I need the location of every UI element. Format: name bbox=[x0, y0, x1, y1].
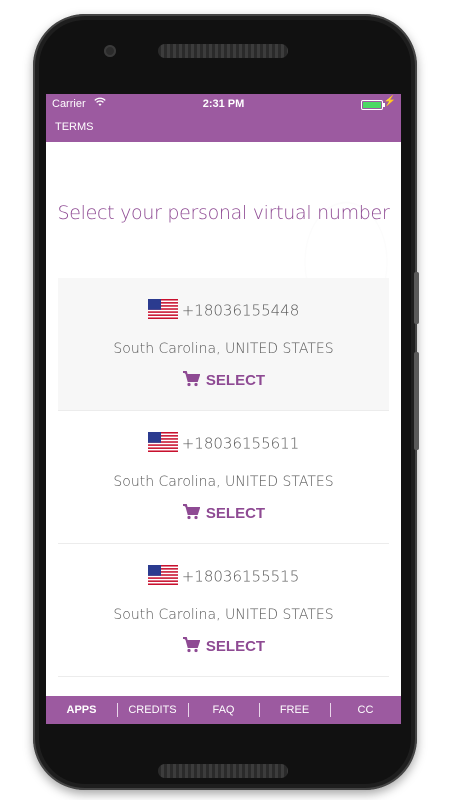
page-title: Select your personal virtual number bbox=[57, 202, 390, 224]
number-line: +18036155448 bbox=[58, 299, 389, 321]
tab-faq[interactable]: FAQ bbox=[188, 696, 259, 724]
number-card: +18036155515 South Carolina, UNITED STAT… bbox=[58, 544, 389, 677]
tab-apps[interactable]: APPS bbox=[46, 696, 117, 724]
us-flag-icon bbox=[147, 565, 178, 585]
bottom-speaker-grille bbox=[158, 764, 288, 778]
terms-link[interactable]: TERMS bbox=[55, 121, 94, 133]
shopping-cart-icon bbox=[182, 637, 201, 653]
tab-free[interactable]: FREE bbox=[259, 696, 330, 724]
select-label: SELECT bbox=[205, 638, 266, 655]
battery-icon bbox=[361, 100, 385, 110]
status-bar: Carrier 2:31 PM ⚡ bbox=[46, 94, 401, 114]
power-button bbox=[414, 272, 419, 324]
status-time: 2:31 PM bbox=[202, 98, 245, 110]
select-label: SELECT bbox=[205, 372, 266, 389]
tab-cc[interactable]: CC bbox=[330, 696, 401, 724]
us-flag-icon bbox=[147, 432, 178, 452]
number-location: South Carolina, UNITED STATES bbox=[113, 341, 334, 357]
number-location: South Carolina, UNITED STATES bbox=[113, 474, 334, 490]
bottom-tab-bar: APPS CREDITS FAQ FREE CC bbox=[46, 696, 401, 724]
volume-button bbox=[414, 352, 419, 450]
number-location: South Carolina, UNITED STATES bbox=[113, 607, 334, 623]
number-card: +18036155611 South Carolina, UNITED STAT… bbox=[58, 411, 389, 544]
select-label: SELECT bbox=[205, 505, 266, 522]
select-number-button[interactable]: SELECT bbox=[58, 504, 389, 522]
phone-number: +18036155515 bbox=[181, 567, 300, 586]
select-number-button[interactable]: SELECT bbox=[58, 637, 389, 655]
shopping-cart-icon bbox=[182, 371, 201, 387]
tab-credits[interactable]: CREDITS bbox=[117, 696, 188, 724]
number-line: +18036155611 bbox=[58, 432, 389, 454]
phone-number: +18036155611 bbox=[181, 434, 300, 453]
front-camera bbox=[104, 45, 116, 57]
charging-bolt-icon: ⚡ bbox=[383, 96, 396, 107]
shopping-cart-icon bbox=[182, 504, 201, 520]
battery-level bbox=[363, 102, 381, 108]
number-selection-content: Select your personal virtual number +180… bbox=[46, 142, 401, 696]
number-card: +18036155448 South Carolina, UNITED STAT… bbox=[58, 278, 389, 411]
top-nav-bar: TERMS bbox=[46, 114, 401, 142]
number-line: +18036155515 bbox=[58, 565, 389, 587]
select-number-button[interactable]: SELECT bbox=[58, 371, 389, 389]
phone-number: +18036155448 bbox=[181, 301, 300, 320]
app-screen: Carrier 2:31 PM ⚡ TERMS Select your pers… bbox=[46, 94, 401, 724]
top-speaker-grille bbox=[158, 44, 288, 58]
us-flag-icon bbox=[147, 299, 178, 319]
